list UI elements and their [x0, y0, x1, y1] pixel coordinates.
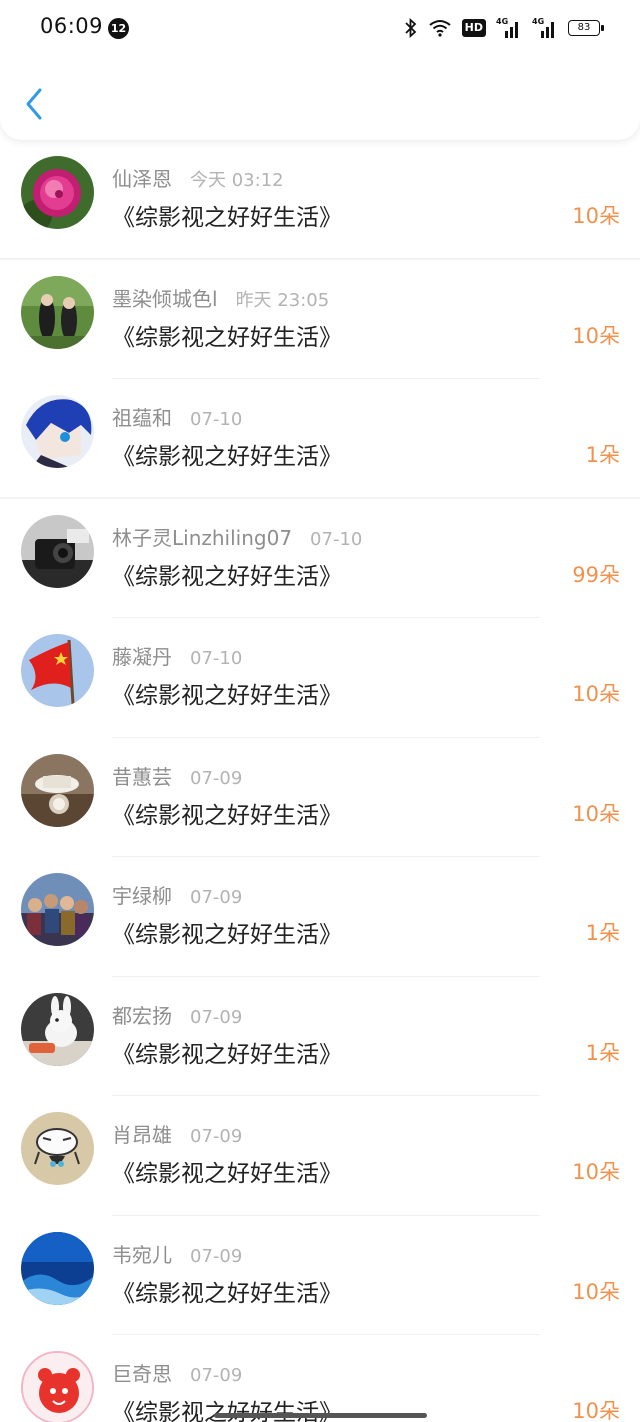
book-title: 《综影视之好好生活》 — [112, 563, 342, 590]
flower-count: 10朵 — [572, 1399, 620, 1422]
gift-date: 07-10 — [190, 648, 243, 669]
gift-date: 07-10 — [310, 528, 363, 550]
battery-icon: 83 — [568, 20, 604, 36]
home-indicator[interactable] — [214, 1413, 427, 1418]
avatar — [21, 753, 94, 827]
user-name-text: 墨染倾城色l — [112, 286, 218, 311]
avatar — [21, 1351, 94, 1422]
bluetooth-icon — [404, 18, 418, 38]
user-name-text: 巨奇思 — [112, 1362, 172, 1386]
user-name: 祖蕴和 07-10 — [112, 402, 242, 431]
user-name: 宇绿柳 07-09 — [112, 880, 242, 909]
gift-date: 07-09 — [190, 887, 243, 908]
book-title: 《综影视之好好生活》 — [112, 444, 342, 470]
avatar — [21, 1231, 94, 1305]
avatar — [21, 873, 94, 946]
status-time: 06:09 — [40, 14, 104, 38]
top-bar: 06:09 12 HD 4G 4G 83 — [0, 0, 640, 140]
list-item[interactable]: 都宏扬 07-09 《综影视之好好生活》 1朵 — [0, 977, 640, 1096]
list-item[interactable]: 林子灵Linzhiling07 07-10 《综影视之好好生活》 99朵 — [0, 499, 640, 618]
user-name-text: 宇绿柳 — [112, 884, 172, 908]
book-title: 《综影视之好好生活》 — [112, 802, 342, 829]
gift-date: 07-09 — [190, 1245, 243, 1267]
flower-count: 10朵 — [572, 1160, 620, 1184]
flower-count: 99朵 — [572, 562, 620, 587]
flower-count: 10朵 — [572, 682, 620, 706]
flower-count: 1朵 — [585, 1040, 620, 1065]
book-title: 《综影视之好好生活》 — [112, 1161, 342, 1187]
gift-date: 今天 03:12 — [190, 170, 284, 191]
book-title: 《综影视之好好生活》 — [112, 1041, 342, 1068]
list-item[interactable]: 韦宛儿 07-09 《综影视之好好生活》 10朵 — [0, 1216, 640, 1335]
list-item[interactable]: 仙泽恩 今天 03:12 《综影视之好好生活》 10朵 — [0, 140, 640, 260]
gift-date: 07-09 — [190, 1365, 243, 1386]
gift-date: 昨天 23:05 — [235, 289, 330, 311]
user-name-text: 昔蕙芸 — [112, 764, 172, 789]
flower-count: 1朵 — [585, 443, 620, 467]
avatar — [21, 395, 94, 468]
book-title: 《综影视之好好生活》 — [112, 683, 342, 709]
book-title: 《综影视之好好生活》 — [112, 324, 342, 351]
flower-count: 10朵 — [572, 204, 620, 228]
wifi-icon — [428, 19, 452, 37]
gift-date: 07-09 — [190, 767, 243, 789]
list-item[interactable]: 藤凝丹 07-10 《综影视之好好生活》 10朵 — [0, 618, 640, 738]
list-item[interactable]: 墨染倾城色l 昨天 23:05 《综影视之好好生活》 10朵 — [0, 260, 640, 379]
notification-badge: 12 — [108, 18, 129, 39]
book-title: 《综影视之好好生活》 — [112, 205, 342, 231]
user-name-text: 韦宛儿 — [112, 1242, 172, 1267]
gift-date: 07-10 — [190, 409, 243, 430]
user-name: 林子灵Linzhiling07 07-10 — [112, 522, 362, 551]
list-item[interactable]: 肖昂雄 07-09 《综影视之好好生活》 10朵 — [0, 1096, 640, 1216]
flower-count: 10朵 — [572, 323, 620, 348]
user-name-text: 肖昂雄 — [112, 1123, 172, 1147]
avatar — [21, 156, 94, 229]
gift-date: 07-09 — [190, 1126, 243, 1147]
flower-count: 1朵 — [585, 921, 620, 945]
user-name: 仙泽恩 今天 03:12 — [112, 163, 284, 192]
hd-icon: HD — [461, 19, 486, 37]
user-name-text: 藤凝丹 — [112, 645, 172, 669]
avatar — [21, 275, 94, 349]
gift-date: 07-09 — [190, 1006, 243, 1028]
user-name: 巨奇思 07-09 — [112, 1358, 242, 1387]
list-item[interactable]: 宇绿柳 07-09 《综影视之好好生活》 1朵 — [0, 857, 640, 977]
status-bar: 06:09 12 HD 4G 4G 83 — [0, 0, 640, 56]
list-item[interactable]: 巨奇思 07-09 《综影视之好好生活》 10朵 — [0, 1335, 640, 1422]
book-title: 《综影视之好好生活》 — [112, 922, 342, 948]
user-name-text: 林子灵Linzhiling07 — [112, 525, 293, 550]
avatar — [21, 992, 94, 1066]
avatar — [21, 634, 94, 707]
signal-icon-2: 4G — [532, 17, 558, 39]
user-name-text: 祖蕴和 — [112, 406, 172, 430]
user-name: 肖昂雄 07-09 — [112, 1119, 242, 1148]
status-icons: HD 4G 4G 83 — [404, 16, 604, 40]
user-name: 墨染倾城色l 昨天 23:05 — [112, 283, 329, 312]
user-name: 藤凝丹 07-10 — [112, 641, 242, 670]
signal-icon-1: 4G — [496, 17, 522, 39]
list-item[interactable]: 昔蕙芸 07-09 《综影视之好好生活》 10朵 — [0, 738, 640, 857]
list-item[interactable]: 祖蕴和 07-10 《综影视之好好生活》 1朵 — [0, 379, 640, 499]
user-name-text: 仙泽恩 — [112, 167, 172, 191]
user-name-text: 都宏扬 — [112, 1003, 172, 1028]
back-button[interactable] — [22, 86, 50, 122]
gift-list: 仙泽恩 今天 03:12 《综影视之好好生活》 10朵 墨染倾城色l 昨天 23:0… — [0, 140, 640, 1422]
page: 06:09 12 HD 4G 4G 83 仙泽恩 今天 03:12 《综影视之好… — [0, 0, 640, 1422]
user-name: 昔蕙芸 07-09 — [112, 761, 242, 790]
avatar — [21, 514, 94, 588]
book-title: 《综影视之好好生活》 — [112, 1280, 342, 1307]
avatar — [21, 1112, 94, 1185]
flower-count: 10朵 — [572, 1279, 620, 1304]
flower-count: 10朵 — [572, 801, 620, 826]
chevron-left-icon — [26, 88, 42, 120]
user-name: 韦宛儿 07-09 — [112, 1239, 242, 1268]
user-name: 都宏扬 07-09 — [112, 1000, 242, 1029]
